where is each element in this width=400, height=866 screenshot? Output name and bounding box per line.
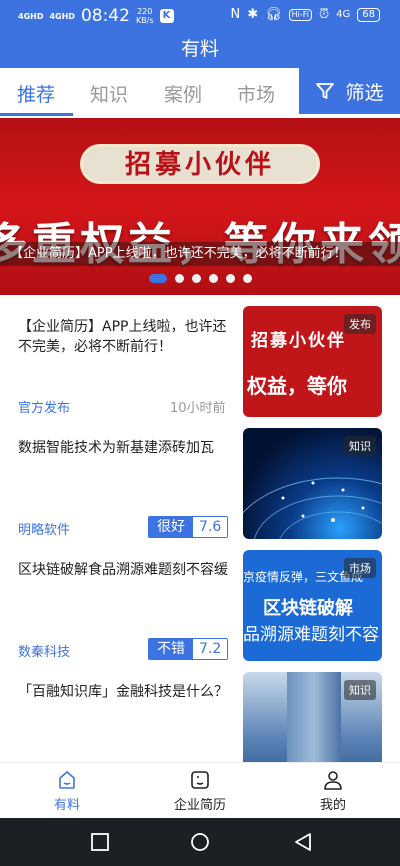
category-tabs: 推荐 知识 案例 市场 筛选 bbox=[0, 68, 400, 116]
list-item[interactable]: 数据智能技术为新基建添砖加瓦 明略软件 很好 7.6 知识 bbox=[0, 422, 400, 540]
article-thumbnail: 京疫情反弹，三文鱼成 区块链破解 品溯源难题刻不容 市场 bbox=[243, 550, 382, 661]
article-title: 「百融知识库」金融科技是什么？ bbox=[18, 684, 228, 700]
article-source[interactable]: 官方发布 bbox=[18, 397, 70, 416]
list-item[interactable]: 【企业简历】APP上线啦，也许还不完美，必将不断前行！ 官方发布 10小时前 招… bbox=[0, 300, 400, 418]
carousel-dot[interactable] bbox=[148, 273, 167, 283]
active-tab-indicator bbox=[0, 113, 73, 116]
network-type: 4G bbox=[336, 9, 351, 20]
promo-banner[interactable]: 招募小伙伴 多重权益，等你来领 【企业简历】APP上线啦，也许还不完美，必将不断… bbox=[0, 118, 400, 295]
bluetooth-icon: ✱ bbox=[247, 7, 259, 22]
carousel-dot[interactable] bbox=[191, 273, 201, 283]
list-item[interactable]: 区块链破解食品溯源难题刻不容缓 数秦科技 不错 7.2 京疫情反弹，三文鱼成 区… bbox=[0, 544, 400, 662]
nav-label: 企业简历 bbox=[173, 798, 226, 813]
article-source[interactable]: 明略软件 bbox=[18, 519, 70, 538]
article-title: 【企业简历】APP上线啦，也许还不完美，必将不断前行！ bbox=[18, 319, 227, 355]
carousel-dot[interactable] bbox=[242, 273, 252, 283]
back-icon[interactable] bbox=[293, 832, 313, 852]
list-item[interactable]: 「百融知识库」金融科技是什么？ 知识 bbox=[0, 666, 400, 762]
status-bar: 4GHD 4GHD 08:42 220 KB/s K N ✱ 🎧︎ Hi-Fi … bbox=[0, 0, 400, 32]
hifi-badge: Hi-Fi bbox=[288, 8, 312, 21]
signal-indicator-2: 4GHD bbox=[49, 11, 75, 21]
filter-button[interactable]: 筛选 bbox=[299, 68, 400, 114]
nav-label: 有料 bbox=[53, 798, 80, 813]
category-tag: 市场 bbox=[344, 558, 376, 578]
system-navigation-bar bbox=[0, 818, 400, 866]
article-thumbnail: 招募小伙伴 权益，等你 发布 bbox=[243, 306, 382, 417]
network-speed: 220 KB/s bbox=[136, 7, 154, 25]
clock: 08:42 bbox=[80, 6, 130, 26]
rating-label: 很好 bbox=[149, 517, 193, 537]
battery-indicator: 68 bbox=[357, 7, 380, 22]
category-tag: 知识 bbox=[344, 436, 376, 456]
category-tag: 发布 bbox=[344, 314, 376, 334]
article-thumbnail: 知识 bbox=[243, 428, 382, 539]
bottom-navigation: 有料 企业简历 我的 bbox=[0, 762, 400, 818]
article-title: 数据智能技术为新基建添砖加瓦 bbox=[18, 440, 214, 456]
speed-unit: KB/s bbox=[135, 16, 154, 25]
alarm-icon: ⏰︎ bbox=[319, 7, 330, 22]
nav-home[interactable]: 有料 bbox=[17, 769, 117, 813]
tab-recommend[interactable]: 推荐 bbox=[17, 80, 55, 107]
skyscraper-image bbox=[287, 672, 341, 762]
home-button-icon[interactable] bbox=[190, 832, 210, 852]
thumbnail-text: 区块链破解 bbox=[263, 598, 353, 619]
feed-list: 【企业简历】APP上线啦，也许还不完美，必将不断前行！ 官方发布 10小时前 招… bbox=[0, 300, 400, 762]
thumbnail-text: 权益，等你 bbox=[247, 374, 347, 398]
tab-market[interactable]: 市场 bbox=[237, 80, 275, 107]
thumbnail-text: 招募小伙伴 bbox=[251, 331, 346, 351]
tab-cases[interactable]: 案例 bbox=[164, 80, 202, 107]
home-icon bbox=[59, 771, 75, 789]
article-time: 10小时前 bbox=[170, 401, 226, 416]
rating-badge: 不错 7.2 bbox=[148, 638, 229, 660]
article-source[interactable]: 数秦科技 bbox=[18, 641, 70, 660]
banner-heading: 招募小伙伴 bbox=[124, 150, 275, 180]
headphones-icon: 🎧︎ bbox=[265, 7, 282, 22]
profile-icon bbox=[324, 771, 342, 790]
filter-label: 筛选 bbox=[345, 81, 384, 104]
rating-badge: 很好 7.6 bbox=[148, 516, 229, 538]
category-tag: 知识 bbox=[344, 680, 376, 700]
article-title: 区块链破解食品溯源难题刻不容缓 bbox=[18, 562, 228, 578]
rating-score: 7.6 bbox=[193, 517, 228, 537]
filter-icon bbox=[316, 83, 335, 99]
nav-label: 我的 bbox=[319, 798, 346, 813]
speed-value: 220 bbox=[137, 7, 153, 16]
rating-score: 7.2 bbox=[193, 639, 228, 659]
recent-apps-icon[interactable] bbox=[90, 832, 110, 852]
carousel-dot[interactable] bbox=[225, 273, 235, 283]
k-badge-icon: K bbox=[159, 9, 174, 23]
carousel-dot[interactable] bbox=[174, 273, 184, 283]
tab-knowledge[interactable]: 知识 bbox=[90, 80, 128, 107]
carousel-dots bbox=[0, 272, 400, 284]
banner-caption: 【企业简历】APP上线啦，也许还不完美，必将不断前行！ bbox=[0, 242, 400, 266]
banner-heading-pill: 招募小伙伴 bbox=[80, 144, 320, 184]
app-title: 有料 bbox=[0, 32, 400, 68]
nav-profile[interactable]: 我的 bbox=[283, 769, 383, 813]
signal-indicator-1: 4GHD bbox=[18, 11, 44, 21]
resume-icon bbox=[191, 771, 209, 789]
carousel-dot[interactable] bbox=[208, 273, 218, 283]
nfc-icon: N bbox=[230, 7, 241, 22]
article-thumbnail: 知识 bbox=[243, 672, 382, 762]
rating-label: 不错 bbox=[149, 639, 193, 659]
thumbnail-text: 品溯源难题刻不容 bbox=[243, 625, 379, 645]
nav-resume[interactable]: 企业简历 bbox=[150, 769, 250, 813]
